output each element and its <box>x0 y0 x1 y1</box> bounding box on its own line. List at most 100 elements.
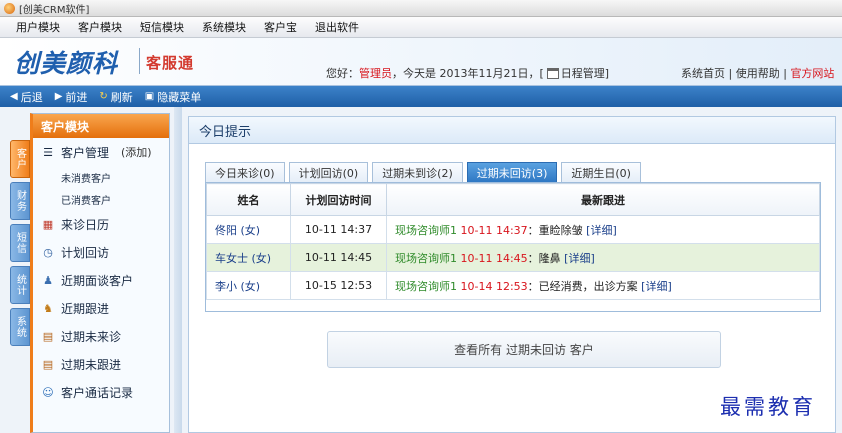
sidebar-title: 客户模块 <box>33 114 169 138</box>
sidebar-item-label: 近期面谈客户 <box>61 273 134 288</box>
arrow-right-icon: ▶ <box>54 91 63 102</box>
sidebar-item-customer-management[interactable]: ☰ 客户管理 (添加) <box>33 138 169 166</box>
followup-date: 10-11 14:45 <box>460 251 528 265</box>
vtab-sms[interactable]: 短信 <box>10 224 30 262</box>
view-all-overdue-callbacks-button[interactable]: 查看所有 过期未回访 客户 <box>327 331 721 368</box>
sidebar-item-visit-calendar[interactable]: ▦ 来诊日历 <box>33 210 169 238</box>
sidebar-item-label: 过期未跟进 <box>61 357 122 372</box>
callback-time: 10-11 14:37 <box>290 215 387 244</box>
sidebar-item-label: 来诊日历 <box>61 217 110 232</box>
reminder-tabs: 今日来诊(0) 计划回访(0) 过期未到诊(2) 过期未回访(3) 近期生日(0… <box>205 162 645 182</box>
sidebar-item-call-records[interactable]: ☺ 客户通话记录 <box>33 378 169 406</box>
sidebar: 客户模块 ☰ 客户管理 (添加) 未消费客户 已消费客户 ▦ 来诊日历 ◷ 计划… <box>30 113 170 433</box>
person-icon: ♟ <box>43 273 53 287</box>
latest-followup: 现场咨询师1 10-11 14:37：重睑除皱 [详细] <box>386 215 820 244</box>
current-user[interactable]: 管理员 <box>359 65 392 81</box>
greeting-date: ，今天是 2013年11月21日，[ <box>392 67 544 80</box>
followup-staff: 现场咨询师1 <box>395 223 457 237</box>
help-link[interactable]: 使用帮助 <box>736 67 780 80</box>
callback-table: 姓名 计划回访时间 最新跟进 佟阳 (女) 10-11 14:37 现场咨询师1… <box>206 183 820 300</box>
schedule-link[interactable]: 日程管理 <box>561 65 605 81</box>
forward-button[interactable]: ▶ 前进 <box>55 89 88 105</box>
followup-note: ：隆鼻 <box>527 251 561 265</box>
sidebar-item-planned-callback[interactable]: ◷ 计划回访 <box>33 238 169 266</box>
hide-menu-button[interactable]: ▣ 隐藏菜单 <box>145 89 201 105</box>
column-header[interactable]: 姓名 <box>206 183 291 216</box>
vtab-finance[interactable]: 财务 <box>10 182 30 220</box>
followup-note: ：已经消费，出诊方案 <box>527 279 638 293</box>
tab-planned-callbacks[interactable]: 计划回访(0) <box>288 162 369 182</box>
customer-name[interactable]: 李小 (女) <box>206 271 291 300</box>
main-panel: 今日提示 今日来诊(0) 计划回访(0) 过期未到诊(2) 过期未回访(3) 近… <box>188 116 836 433</box>
menu-system-module[interactable]: 系统模块 <box>202 19 246 35</box>
callback-time: 10-15 12:53 <box>290 271 387 300</box>
latest-followup: 现场咨询师1 10-11 14:45：隆鼻 [详细] <box>386 243 820 272</box>
menu-exit[interactable]: 退出软件 <box>315 19 359 35</box>
table-row: 佟阳 (女) 10-11 14:37 现场咨询师1 10-11 14:37：重睑… <box>206 215 820 244</box>
latest-followup: 现场咨询师1 10-14 12:53：已经消费，出诊方案 [详细] <box>386 271 820 300</box>
sidebar-sub-unconsumed[interactable]: 未消费客户 <box>33 166 169 188</box>
add-customer-link[interactable]: (添加) <box>121 144 152 160</box>
sidebar-item-overdue-visit[interactable]: ▤ 过期未来诊 <box>33 322 169 350</box>
column-header[interactable]: 最新跟进 <box>386 183 820 216</box>
menu-bar: 用户模块 客户模块 短信模块 系统模块 客户宝 退出软件 <box>0 17 842 38</box>
calendar-icon <box>546 67 559 79</box>
table-row: 李小 (女) 10-15 12:53 现场咨询师1 10-14 12:53：已经… <box>206 271 820 300</box>
followup-note: ：重睑除皱 <box>527 223 583 237</box>
module-tabs: 客户 财务 短信 统计 系统 <box>10 140 30 350</box>
vtab-statistics[interactable]: 统计 <box>10 266 30 304</box>
nav-toolbar: ◀ 后退 ▶ 前进 ↻ 刷新 ▣ 隐藏菜单 <box>0 86 842 107</box>
followup-date: 10-14 12:53 <box>460 279 528 293</box>
menu-sms-module[interactable]: 短信模块 <box>140 19 184 35</box>
logo-divider <box>139 48 140 74</box>
detail-link[interactable]: [详细] <box>641 280 672 293</box>
people-icon: ♞ <box>43 301 53 315</box>
back-button[interactable]: ◀ 后退 <box>10 89 43 105</box>
tab-overdue-callbacks[interactable]: 过期未回访(3) <box>466 162 558 182</box>
menu-customer-module[interactable]: 客户模块 <box>78 19 122 35</box>
callback-table-container: 姓名 计划回访时间 最新跟进 佟阳 (女) 10-11 14:37 现场咨询师1… <box>205 182 821 312</box>
back-label: 后退 <box>20 90 43 104</box>
sidebar-item-label: 过期未来诊 <box>61 329 122 344</box>
tab-overdue-visits[interactable]: 过期未到诊(2) <box>372 162 463 182</box>
greeting-prefix: 您好： <box>326 67 359 80</box>
sidebar-splitter[interactable] <box>174 107 182 433</box>
home-link[interactable]: 系统首页 <box>681 67 725 80</box>
brand-logo: 创美颜科 <box>14 49 119 78</box>
vtab-customer[interactable]: 客户 <box>10 140 30 178</box>
customer-name[interactable]: 车女士 (女) <box>206 243 291 272</box>
column-header[interactable]: 计划回访时间 <box>290 183 387 216</box>
header-banner: 创美颜科 客服通 您好： 管理员 ，今天是 2013年11月21日，[ 日程管理… <box>0 38 842 86</box>
refresh-button[interactable]: ↻ 刷新 <box>99 89 132 105</box>
vtab-system[interactable]: 系统 <box>10 308 30 346</box>
sidebar-item-overdue-followup[interactable]: ▤ 过期未跟进 <box>33 350 169 378</box>
sidebar-item-label: 近期跟进 <box>61 301 110 316</box>
link-separator: | <box>783 67 787 80</box>
sidebar-item-recent-interview[interactable]: ♟ 近期面谈客户 <box>33 266 169 294</box>
arrow-left-icon: ◀ <box>10 91 18 102</box>
window-title-bar: [创美CRM软件] <box>0 0 842 17</box>
menu-customer-treasure[interactable]: 客户宝 <box>264 19 297 35</box>
product-name: 客服通 <box>146 54 195 72</box>
detail-link[interactable]: [详细] <box>586 224 617 237</box>
user-icon: ☺ <box>42 385 54 399</box>
list-icon: ☰ <box>43 145 53 159</box>
calendar-icon: ▤ <box>42 329 54 343</box>
sidebar-item-label: 计划回访 <box>61 245 110 260</box>
sidebar-item-label: 客户管理 <box>61 145 110 160</box>
sidebar-item-label: 客户通话记录 <box>61 385 134 400</box>
sidebar-item-recent-followup[interactable]: ♞ 近期跟进 <box>33 294 169 322</box>
refresh-icon: ↻ <box>99 91 108 102</box>
customer-name[interactable]: 佟阳 (女) <box>206 215 291 244</box>
calendar-icon: ▦ <box>42 217 54 231</box>
tab-today-visits[interactable]: 今日来诊(0) <box>205 162 285 182</box>
callback-time: 10-11 14:45 <box>290 243 387 272</box>
followup-staff: 现场咨询师1 <box>395 251 457 265</box>
tab-upcoming-birthdays[interactable]: 近期生日(0) <box>561 162 641 182</box>
sidebar-sub-consumed[interactable]: 已消费客户 <box>33 188 169 210</box>
followup-staff: 现场咨询师1 <box>395 279 457 293</box>
detail-link[interactable]: [详细] <box>564 252 595 265</box>
panel-icon: ▣ <box>144 91 155 102</box>
official-site-link[interactable]: 官方网站 <box>790 67 834 80</box>
menu-user-module[interactable]: 用户模块 <box>16 19 60 35</box>
